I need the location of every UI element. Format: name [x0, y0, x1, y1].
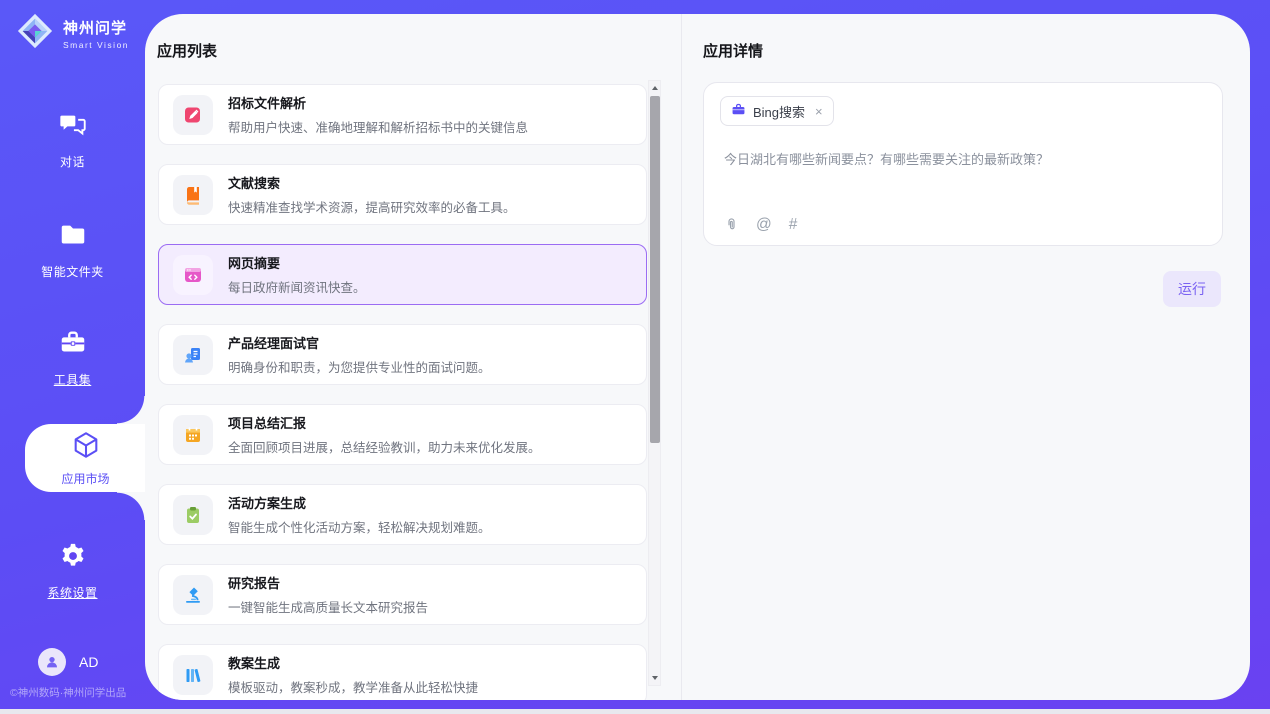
app-card-title: 活动方案生成 [228, 493, 491, 512]
app-window: 神州问学 Smart Vision 对话 智能文件夹 [0, 0, 1270, 714]
active-tab-fillet-top [117, 396, 145, 424]
tool-chip-bing-search[interactable]: Bing搜索 × [720, 96, 834, 126]
app-card-title: 产品经理面试官 [228, 333, 491, 352]
hash-tag-icon[interactable]: # [789, 217, 798, 233]
microscope-icon [173, 575, 213, 615]
webpage-code-icon [173, 255, 213, 295]
app-card-desc: 每日政府新闻资讯快查。 [228, 277, 366, 296]
app-card-desc: 全面回顾项目进展，总结经验教训，助力未来优化发展。 [228, 437, 541, 456]
user-avatar [38, 648, 66, 676]
triangle-up-icon [652, 86, 658, 90]
brand-logo: 神州问学 Smart Vision [16, 12, 129, 55]
briefcase-icon [731, 102, 746, 120]
books-icon [173, 655, 213, 695]
tool-chip-label: Bing搜索 [753, 102, 805, 121]
run-button[interactable]: 运行 [1163, 271, 1221, 307]
triangle-down-icon [652, 676, 658, 680]
sidebar-item-smart-folder[interactable]: 智能文件夹 [0, 220, 145, 280]
app-card-desc: 帮助用户快速、准确地理解和解析招标书中的关键信息 [228, 117, 528, 136]
app-list-scrollbar[interactable] [648, 80, 661, 686]
window-bottom-edge [0, 709, 1270, 714]
brand-name: 神州问学 [63, 17, 129, 38]
app-card-title: 项目总结汇报 [228, 413, 541, 432]
active-tab-fillet-bottom [117, 492, 145, 520]
interviewer-icon [173, 335, 213, 375]
sidebar-item-toolset[interactable]: 工具集 [0, 328, 145, 388]
sidebar-item-chat[interactable]: 对话 [0, 110, 145, 170]
app-card-title: 文献搜索 [228, 173, 516, 192]
app-card-desc: 明确身份和职责，为您提供专业性的面试问题。 [228, 357, 491, 376]
diamond-logo-icon [16, 12, 54, 55]
app-detail-title: 应用详情 [703, 40, 763, 61]
content-panel: 应用列表 招标文件解析 帮助用户快速、准确地理解和解析招标书中的关键信息 [145, 14, 1250, 700]
app-card-project-summary[interactable]: 项目总结汇报 全面回顾项目进展，总结经验教训，助力未来优化发展。 [158, 404, 647, 465]
app-card-lesson-plan[interactable]: 教案生成 模板驱动，教案秒成，教学准备从此轻松快捷 [158, 644, 647, 700]
chat-icon [58, 110, 88, 145]
app-list-section: 应用列表 招标文件解析 帮助用户快速、准确地理解和解析招标书中的关键信息 [145, 14, 681, 700]
user-account[interactable]: AD [38, 648, 98, 676]
app-card-pm-interviewer[interactable]: 产品经理面试官 明确身份和职责，为您提供专业性的面试问题。 [158, 324, 647, 385]
app-card-title: 网页摘要 [228, 253, 366, 272]
sidebar-label-app-market: 应用市场 [61, 470, 109, 487]
toolbox-icon [58, 328, 88, 363]
sidebar-label-chat: 对话 [60, 153, 85, 170]
sidebar-item-settings[interactable]: 系统设置 [0, 541, 145, 601]
clipboard-check-icon [173, 495, 213, 535]
paperclip-icon[interactable] [724, 216, 739, 233]
app-list: 招标文件解析 帮助用户快速、准确地理解和解析招标书中的关键信息 文献搜索 [158, 84, 647, 700]
app-card-literature-search[interactable]: 文献搜索 快速精准查找学术资源，提高研究效率的必备工具。 [158, 164, 647, 225]
tender-edit-icon [173, 95, 213, 135]
app-card-tender-analysis[interactable]: 招标文件解析 帮助用户快速、准确地理解和解析招标书中的关键信息 [158, 84, 647, 145]
query-input-card[interactable]: Bing搜索 × 今日湖北有哪些新闻要点？有哪些需要关注的最新政策？ @ # [703, 82, 1223, 246]
app-card-desc: 智能生成个性化活动方案，轻松解决规划难题。 [228, 517, 491, 536]
app-card-desc: 一键智能生成高质量长文本研究报告 [228, 597, 428, 616]
app-card-event-plan[interactable]: 活动方案生成 智能生成个性化活动方案，轻松解决规划难题。 [158, 484, 647, 545]
gear-icon [58, 541, 88, 576]
folder-icon [58, 220, 88, 255]
app-card-web-summary[interactable]: 网页摘要 每日政府新闻资讯快查。 [158, 244, 647, 305]
app-card-title: 招标文件解析 [228, 93, 528, 112]
scrollbar-down-button[interactable] [649, 671, 660, 685]
app-card-research-report[interactable]: 研究报告 一键智能生成高质量长文本研究报告 [158, 564, 647, 625]
query-text[interactable]: 今日湖北有哪些新闻要点？有哪些需要关注的最新政策？ [724, 149, 1202, 168]
app-card-title: 研究报告 [228, 573, 428, 592]
app-card-desc: 模板驱动，教案秒成，教学准备从此轻松快捷 [228, 677, 478, 696]
app-card-title: 教案生成 [228, 653, 478, 672]
sidebar-item-app-market[interactable]: 应用市场 [25, 424, 146, 492]
attachment-toolbar: @ # [724, 216, 797, 233]
user-name: AD [79, 654, 98, 670]
sidebar-label-smart-folder: 智能文件夹 [41, 263, 104, 280]
scrollbar-up-button[interactable] [649, 81, 660, 95]
brand-subtitle: Smart Vision [63, 40, 129, 50]
book-icon [173, 175, 213, 215]
app-detail-section: 应用详情 Bing搜索 × 今日湖北有哪些新闻要点？有哪些需要关注的最新政策？ [682, 14, 1250, 700]
calendar-icon [173, 415, 213, 455]
at-mention-icon[interactable]: @ [756, 217, 772, 233]
scrollbar-thumb[interactable] [650, 96, 660, 443]
close-icon[interactable]: × [815, 104, 823, 119]
app-list-title: 应用列表 [157, 40, 217, 61]
copyright-text: ©神州数码·神州问学出品 [10, 685, 150, 700]
sidebar-label-toolset: 工具集 [54, 371, 92, 388]
sidebar-label-settings: 系统设置 [47, 584, 97, 601]
app-card-desc: 快速精准查找学术资源，提高研究效率的必备工具。 [228, 197, 516, 216]
cube-icon [71, 430, 101, 465]
